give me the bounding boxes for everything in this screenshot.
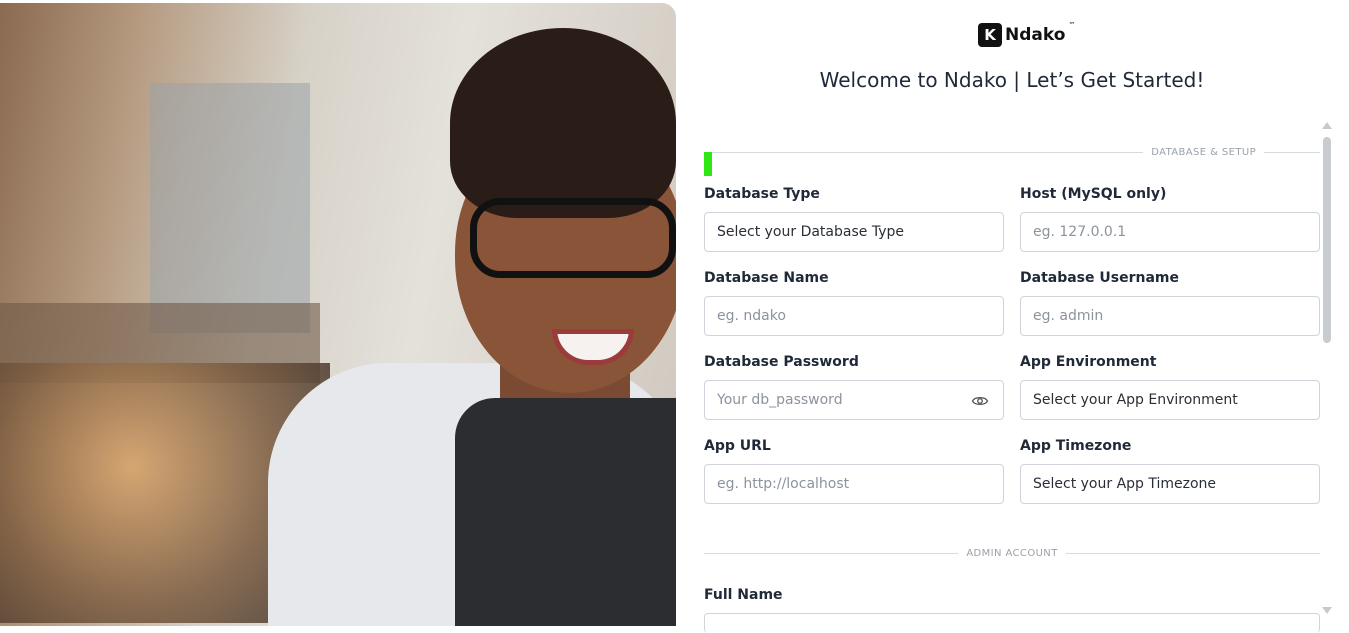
db-type-select[interactable]: Select your Database Type <box>704 212 1004 252</box>
app-url-label: App URL <box>704 438 771 454</box>
section-title-admin: ADMIN ACCOUNT <box>966 547 1058 559</box>
scroll-down-arrow[interactable] <box>1322 607 1332 614</box>
hero-photo <box>0 3 676 626</box>
db-name-placeholder: eg. ndako <box>717 308 786 324</box>
db-type-label: Database Type <box>704 186 820 202</box>
db-name-label: Database Name <box>704 270 829 286</box>
host-input[interactable]: eg. 127.0.0.1 <box>1020 212 1320 252</box>
eye-icon[interactable] <box>971 392 989 410</box>
trademark: ™ <box>1068 21 1076 29</box>
db-password-placeholder: Your db_password <box>717 392 843 408</box>
host-label: Host (MySQL only) <box>1020 186 1167 202</box>
db-password-input[interactable]: Your db_password <box>704 380 1004 420</box>
logo-text: Ndako <box>1005 25 1066 45</box>
section-divider-database: DATABASE & SETUP <box>704 145 1320 159</box>
app-url-input[interactable]: eg. http://localhost <box>704 464 1004 504</box>
page-title: Welcome to Ndako | Let’s Get Started! <box>819 68 1205 92</box>
app-timezone-value: Select your App Timezone <box>1033 476 1217 492</box>
db-password-label: Database Password <box>704 354 859 370</box>
section-title-database: DATABASE & SETUP <box>1151 146 1256 158</box>
db-username-input[interactable]: eg. admin <box>1020 296 1320 336</box>
section-divider-admin: ADMIN ACCOUNT <box>704 546 1321 560</box>
host-placeholder: eg. 127.0.0.1 <box>1033 224 1127 240</box>
db-username-placeholder: eg. admin <box>1033 308 1104 324</box>
scroll-up-arrow[interactable] <box>1322 122 1332 129</box>
db-username-label: Database Username <box>1020 270 1179 286</box>
app-env-value: Select your App Environment <box>1033 392 1238 408</box>
full-name-input[interactable] <box>704 613 1320 633</box>
db-name-input[interactable]: eg. ndako <box>704 296 1004 336</box>
app-env-label: App Environment <box>1020 354 1157 370</box>
full-name-label: Full Name <box>704 587 783 603</box>
scrollbar-thumb[interactable] <box>1323 137 1331 343</box>
app-timezone-label: App Timezone <box>1020 438 1132 454</box>
db-type-value: Select your Database Type <box>717 224 904 240</box>
app-timezone-select[interactable]: Select your App Timezone <box>1020 464 1320 504</box>
brand-logo: K Ndako ™ <box>978 21 1076 47</box>
app-env-select[interactable]: Select your App Environment <box>1020 380 1320 420</box>
app-url-placeholder: eg. http://localhost <box>717 476 850 492</box>
logo-mark: K <box>978 23 1002 47</box>
progress-indicator <box>704 152 712 176</box>
